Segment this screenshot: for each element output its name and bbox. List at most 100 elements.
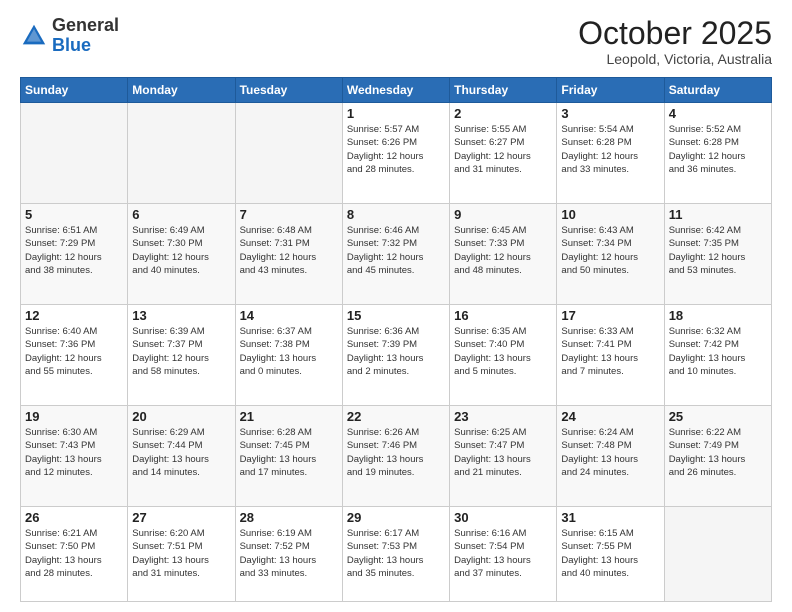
day-number: 7 [240,207,338,222]
day-info: Sunrise: 5:57 AMSunset: 6:26 PMDaylight:… [347,123,445,176]
day-number: 9 [454,207,552,222]
day-info: Sunrise: 6:30 AMSunset: 7:43 PMDaylight:… [25,426,123,479]
day-info: Sunrise: 6:43 AMSunset: 7:34 PMDaylight:… [561,224,659,277]
calendar-cell: 19Sunrise: 6:30 AMSunset: 7:43 PMDayligh… [21,406,128,507]
day-info: Sunrise: 5:55 AMSunset: 6:27 PMDaylight:… [454,123,552,176]
day-number: 1 [347,106,445,121]
day-info: Sunrise: 6:51 AMSunset: 7:29 PMDaylight:… [25,224,123,277]
calendar-cell: 9 Sunrise: 6:45 AMSunset: 7:33 PMDaylight… [450,204,557,305]
day-number: 8 [347,207,445,222]
calendar-cell: 6 Sunrise: 6:49 AMSunset: 7:30 PMDaylight… [128,204,235,305]
calendar-cell: 18 Sunrise: 6:32 AMSunset: 7:42 PMDayligh… [664,305,771,406]
day-number: 6 [132,207,230,222]
day-header: Thursday [450,78,557,103]
day-number: 29 [347,510,445,525]
calendar-cell: 17 Sunrise: 6:33 AMSunset: 7:41 PMDayligh… [557,305,664,406]
month-title: October 2025 [578,16,772,51]
day-number: 21 [240,409,338,424]
calendar-cell: 22 Sunrise: 6:26 AMSunset: 7:46 PMDayligh… [342,406,449,507]
calendar-cell: 30 Sunrise: 6:16 AMSunset: 7:54 PMDayligh… [450,506,557,601]
day-number: 18 [669,308,767,323]
day-info: Sunrise: 6:45 AMSunset: 7:33 PMDaylight:… [454,224,552,277]
calendar-cell [664,506,771,601]
calendar-cell: 3Sunrise: 5:54 AMSunset: 6:28 PMDaylight… [557,103,664,204]
day-number: 23 [454,409,552,424]
day-number: 25 [669,409,767,424]
day-number: 22 [347,409,445,424]
day-info: Sunrise: 6:26 AMSunset: 7:46 PMDaylight:… [347,426,445,479]
day-number: 26 [25,510,123,525]
day-info: Sunrise: 6:20 AMSunset: 7:51 PMDaylight:… [132,527,230,580]
day-info: Sunrise: 6:35 AMSunset: 7:40 PMDaylight:… [454,325,552,378]
day-info: Sunrise: 6:32 AMSunset: 7:42 PMDaylight:… [669,325,767,378]
calendar-cell: 28Sunrise: 6:19 AMSunset: 7:52 PMDayligh… [235,506,342,601]
page: General Blue October 2025 Leopold, Victo… [0,0,792,612]
day-header: Saturday [664,78,771,103]
day-info: Sunrise: 5:52 AMSunset: 6:28 PMDaylight:… [669,123,767,176]
day-info: Sunrise: 6:40 AMSunset: 7:36 PMDaylight:… [25,325,123,378]
day-header: Friday [557,78,664,103]
day-number: 28 [240,510,338,525]
header: General Blue October 2025 Leopold, Victo… [20,16,772,67]
calendar-cell: 10 Sunrise: 6:43 AMSunset: 7:34 PMDayligh… [557,204,664,305]
calendar-cell: 20Sunrise: 6:29 AMSunset: 7:44 PMDayligh… [128,406,235,507]
calendar-cell: 12 Sunrise: 6:40 AMSunset: 7:36 PMDayligh… [21,305,128,406]
calendar-cell: 21 Sunrise: 6:28 AMSunset: 7:45 PMDayligh… [235,406,342,507]
day-info: Sunrise: 6:21 AMSunset: 7:50 PMDaylight:… [25,527,123,580]
calendar-cell [128,103,235,204]
day-number: 5 [25,207,123,222]
day-info: Sunrise: 5:54 AMSunset: 6:28 PMDaylight:… [561,123,659,176]
header-row: SundayMondayTuesdayWednesdayThursdayFrid… [21,78,772,103]
day-number: 27 [132,510,230,525]
day-info: Sunrise: 6:25 AMSunset: 7:47 PMDaylight:… [454,426,552,479]
day-info: Sunrise: 6:16 AMSunset: 7:54 PMDaylight:… [454,527,552,580]
calendar-cell: 8 Sunrise: 6:46 AMSunset: 7:32 PMDaylight… [342,204,449,305]
day-number: 30 [454,510,552,525]
calendar-cell: 26 Sunrise: 6:21 AMSunset: 7:50 PMDayligh… [21,506,128,601]
day-number: 2 [454,106,552,121]
calendar-table: SundayMondayTuesdayWednesdayThursdayFrid… [20,77,772,602]
logo-general: General [52,16,119,36]
day-info: Sunrise: 6:48 AMSunset: 7:31 PMDaylight:… [240,224,338,277]
calendar-cell: 1 Sunrise: 5:57 AMSunset: 6:26 PMDaylight… [342,103,449,204]
day-info: Sunrise: 6:46 AMSunset: 7:32 PMDaylight:… [347,224,445,277]
calendar-cell: 5 Sunrise: 6:51 AMSunset: 7:29 PMDaylight… [21,204,128,305]
day-number: 11 [669,207,767,222]
calendar-cell [235,103,342,204]
day-number: 14 [240,308,338,323]
day-info: Sunrise: 6:33 AMSunset: 7:41 PMDaylight:… [561,325,659,378]
calendar-cell: 16 Sunrise: 6:35 AMSunset: 7:40 PMDayligh… [450,305,557,406]
location: Leopold, Victoria, Australia [578,51,772,67]
day-info: Sunrise: 6:49 AMSunset: 7:30 PMDaylight:… [132,224,230,277]
day-number: 12 [25,308,123,323]
day-header: Monday [128,78,235,103]
day-info: Sunrise: 6:37 AMSunset: 7:38 PMDaylight:… [240,325,338,378]
day-info: Sunrise: 6:22 AMSunset: 7:49 PMDaylight:… [669,426,767,479]
day-number: 10 [561,207,659,222]
day-number: 24 [561,409,659,424]
day-header: Wednesday [342,78,449,103]
day-info: Sunrise: 6:28 AMSunset: 7:45 PMDaylight:… [240,426,338,479]
day-number: 15 [347,308,445,323]
day-info: Sunrise: 6:42 AMSunset: 7:35 PMDaylight:… [669,224,767,277]
day-number: 4 [669,106,767,121]
day-number: 17 [561,308,659,323]
day-header: Sunday [21,78,128,103]
day-number: 20 [132,409,230,424]
day-info: Sunrise: 6:24 AMSunset: 7:48 PMDaylight:… [561,426,659,479]
logo: General Blue [20,16,119,56]
day-info: Sunrise: 6:17 AMSunset: 7:53 PMDaylight:… [347,527,445,580]
day-number: 13 [132,308,230,323]
day-info: Sunrise: 6:36 AMSunset: 7:39 PMDaylight:… [347,325,445,378]
calendar-cell: 25 Sunrise: 6:22 AMSunset: 7:49 PMDayligh… [664,406,771,507]
logo-icon [20,22,48,50]
calendar-cell: 23 Sunrise: 6:25 AMSunset: 7:47 PMDayligh… [450,406,557,507]
calendar-cell: 13Sunrise: 6:39 AMSunset: 7:37 PMDayligh… [128,305,235,406]
calendar-cell [21,103,128,204]
calendar-cell: 29 Sunrise: 6:17 AMSunset: 7:53 PMDayligh… [342,506,449,601]
day-number: 16 [454,308,552,323]
calendar-cell: 15 Sunrise: 6:36 AMSunset: 7:39 PMDayligh… [342,305,449,406]
calendar-cell: 11 Sunrise: 6:42 AMSunset: 7:35 PMDayligh… [664,204,771,305]
calendar-cell: 14 Sunrise: 6:37 AMSunset: 7:38 PMDayligh… [235,305,342,406]
calendar-cell: 31Sunrise: 6:15 AMSunset: 7:55 PMDayligh… [557,506,664,601]
